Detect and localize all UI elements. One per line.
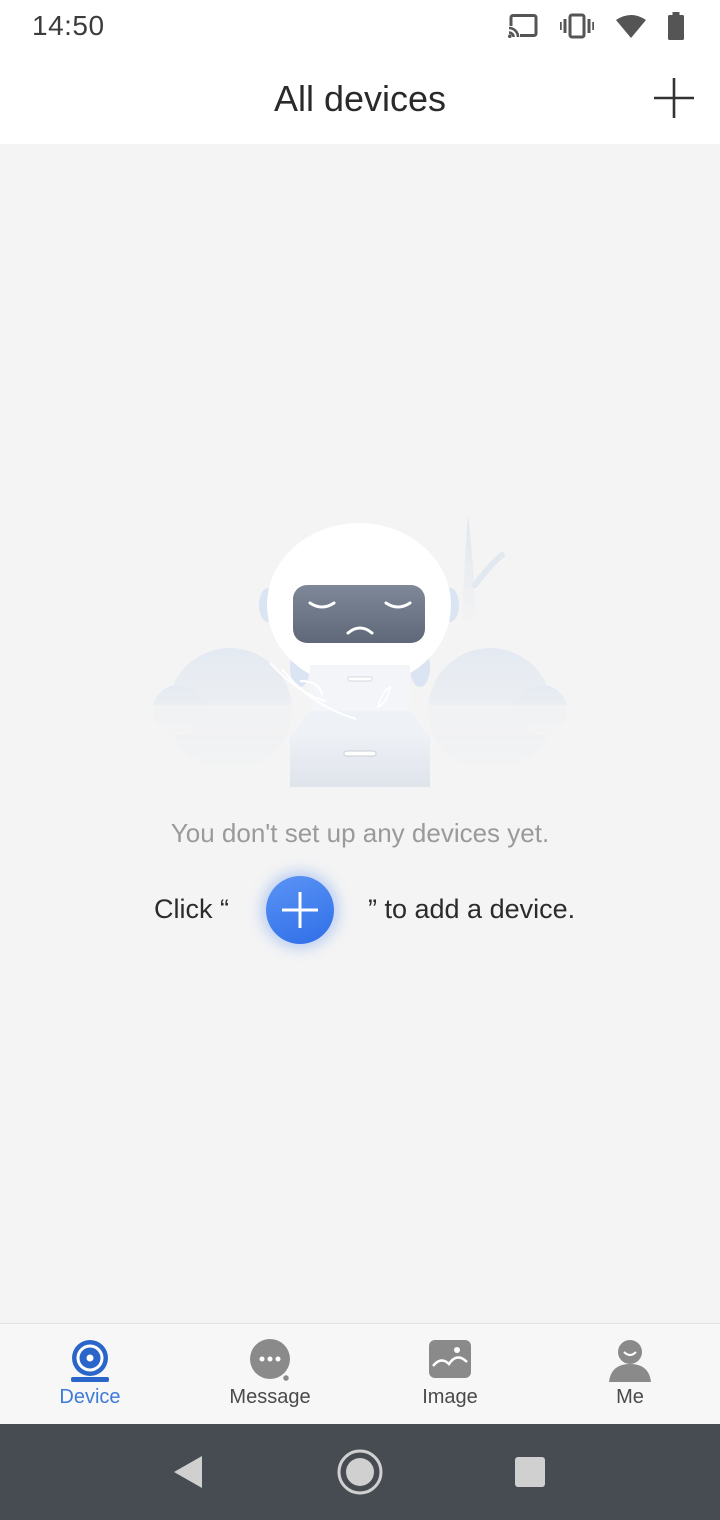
tab-me[interactable]: Me [540, 1324, 720, 1424]
tab-image[interactable]: Image [360, 1324, 540, 1424]
battery-icon [668, 12, 684, 40]
recents-icon [515, 1457, 545, 1487]
empty-message: You don't set up any devices yet. [170, 818, 550, 848]
add-device-button[interactable] [652, 76, 696, 120]
hint-add-button[interactable] [266, 876, 334, 944]
back-icon [174, 1456, 202, 1488]
status-icons [508, 10, 684, 42]
plus-icon [282, 892, 318, 928]
back-button[interactable] [160, 1444, 216, 1500]
recents-button[interactable] [502, 1444, 558, 1500]
system-nav-bar [0, 1424, 720, 1520]
tab-label: Message [229, 1386, 311, 1408]
add-device-hint: Click “ ” to add a device. [0, 872, 720, 946]
home-button[interactable] [332, 1444, 388, 1500]
home-icon [337, 1449, 383, 1495]
empty-robot-illustration [150, 505, 570, 795]
vibrate-icon [560, 13, 594, 39]
hint-suffix: ” to add a device. [368, 894, 576, 924]
image-icon [429, 1340, 471, 1378]
status-bar: 14:50 [0, 0, 720, 52]
tab-label: Image [422, 1386, 478, 1408]
message-icon [250, 1339, 291, 1383]
hint-prefix: Click “ [154, 894, 229, 924]
tab-message[interactable]: Message [180, 1324, 360, 1424]
camera-icon [71, 1340, 109, 1382]
tab-label: Device [59, 1386, 121, 1408]
page-title: All devices [273, 78, 447, 119]
app-header: All devices [0, 52, 720, 144]
tab-device[interactable]: Device [0, 1324, 180, 1424]
wifi-icon [616, 14, 646, 38]
tab-label: Me [616, 1386, 644, 1408]
plus-icon [654, 78, 694, 118]
status-time: 14:50 [32, 10, 105, 41]
person-icon [609, 1340, 651, 1382]
bottom-tab-bar: Device Message Image Me [0, 1323, 720, 1424]
cast-icon [508, 14, 538, 38]
